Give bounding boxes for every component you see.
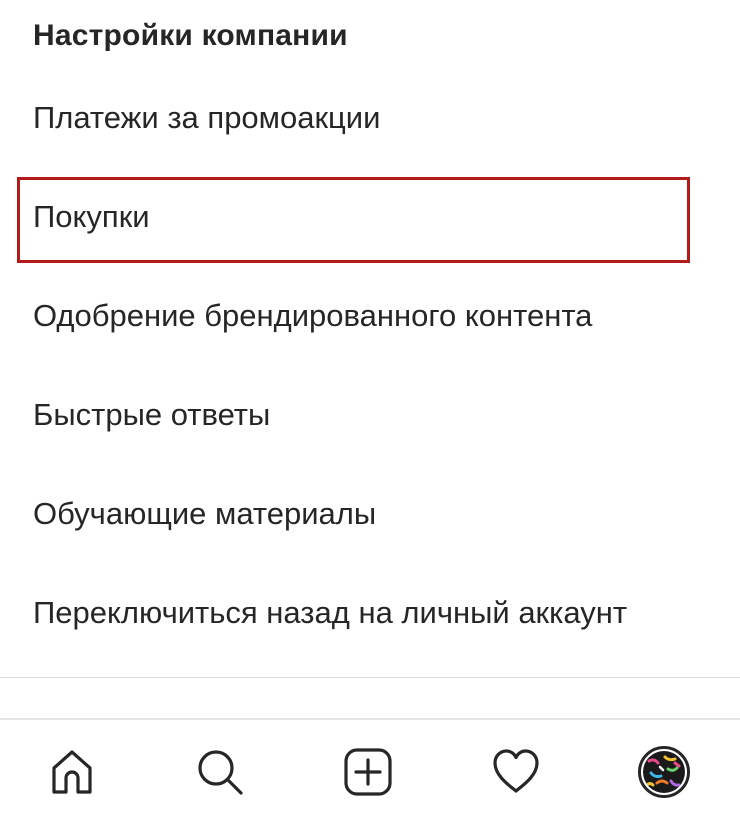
bottom-tab-bar xyxy=(0,718,740,813)
tab-profile[interactable] xyxy=(634,742,694,802)
profile-avatar xyxy=(638,746,690,798)
home-icon xyxy=(52,750,92,794)
divider xyxy=(0,677,740,678)
menu-item-branded-content-approvals[interactable]: Одобрение брендированного контента xyxy=(0,266,740,365)
menu-item-label: Платежи за промоакции xyxy=(33,99,381,135)
tab-activity[interactable] xyxy=(486,742,546,802)
section-title: Настройки компании xyxy=(33,19,348,52)
menu-item-label: Быстрые ответы xyxy=(33,396,271,432)
menu-item-label: Переключиться назад на личный аккаунт xyxy=(33,594,628,630)
menu-item-training-materials[interactable]: Обучающие материалы xyxy=(0,464,740,563)
menu-item-quick-replies[interactable]: Быстрые ответы xyxy=(0,365,740,464)
business-settings-screen: Настройки компании Платежи за промоакции… xyxy=(0,0,740,813)
menu-item-label: Обучающие материалы xyxy=(33,495,377,531)
search-icon xyxy=(198,750,243,795)
settings-menu: Платежи за промоакции Покупки Одобрение … xyxy=(0,68,740,662)
menu-item-shopping[interactable]: Покупки xyxy=(0,167,740,266)
menu-item-switch-to-personal-account[interactable]: Переключиться назад на личный аккаунт xyxy=(0,563,740,662)
tab-home[interactable] xyxy=(42,742,102,802)
menu-item-label: Покупки xyxy=(33,198,150,234)
menu-item-label: Одобрение брендированного контента xyxy=(33,297,593,333)
menu-item-promotion-payments[interactable]: Платежи за промоакции xyxy=(0,68,740,167)
tab-add-post[interactable] xyxy=(338,742,398,802)
heart-icon xyxy=(493,749,539,793)
add-post-icon xyxy=(344,748,392,796)
tab-search[interactable] xyxy=(190,742,250,802)
avatar-image xyxy=(643,751,685,793)
